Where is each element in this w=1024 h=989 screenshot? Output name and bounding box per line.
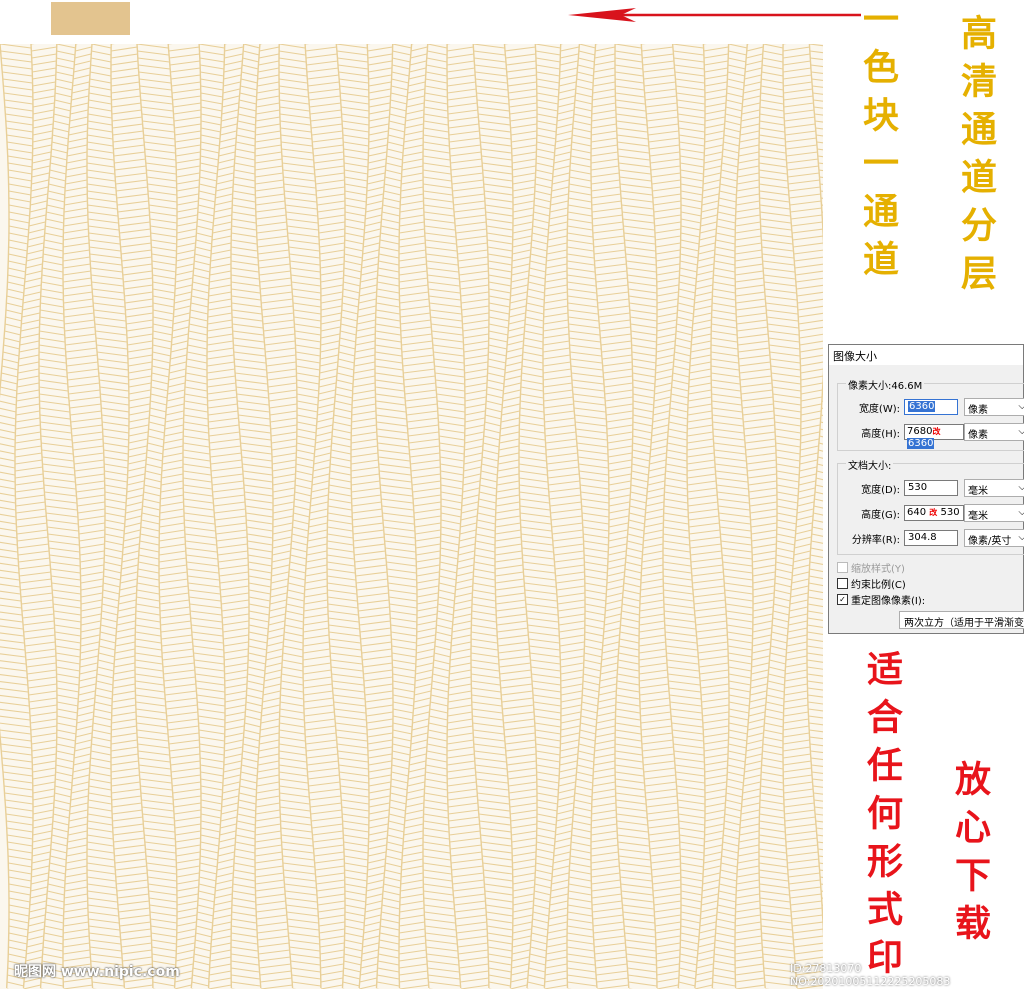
resample-label: 重定图像像素(I): xyxy=(851,596,926,607)
constrain-label: 约束比例(C) xyxy=(851,580,906,591)
safe-download-text: 放心下载 xyxy=(949,760,991,952)
site-watermark: 昵图网 www.nipic.com xyxy=(14,964,180,980)
pattern-hatch-lines xyxy=(0,44,823,989)
document-size-group: 文档大小: 宽度(D): 530 毫米 ⌵ 高度(G): 640 改 530 毫米… xyxy=(837,457,1024,555)
doc-change-mark: 改 xyxy=(929,508,938,517)
width-label: 宽度(W): xyxy=(858,403,900,415)
chevron-down-icon: ⌵ xyxy=(1018,482,1024,493)
pattern-wave-lines xyxy=(0,44,823,989)
pixel-dimensions-group: 像素大小:46.6M 宽度(W): 6360 像素 ⌵ 高度(H): 7680改 6… xyxy=(837,377,1024,451)
resample-checkbox[interactable]: ✓ 重定图像像素(I): xyxy=(837,592,925,607)
pixel-width-input[interactable]: 6360 xyxy=(904,399,958,415)
doc-height-old-value: 640 xyxy=(907,507,927,518)
checkbox-empty-icon xyxy=(837,562,848,573)
doc-width-unit-select[interactable]: 毫米 ⌵ xyxy=(964,479,1024,497)
pixel-width-unit: 像素 xyxy=(968,405,988,416)
scale-styles-checkbox[interactable]: 缩放样式(Y) xyxy=(837,560,905,575)
chevron-down-icon: ⌵ xyxy=(1018,507,1024,518)
resample-method-select[interactable]: 两次立方（适用于平滑渐变 xyxy=(899,611,1024,629)
doc-height-row: 高度(G): 640 改 530 毫米 ⌵ xyxy=(842,504,1024,522)
pixel-dimensions-label: 像素大小:46.6M xyxy=(846,377,925,392)
resolution-label: 分辨率(R): xyxy=(851,534,900,546)
pixel-height-unit: 像素 xyxy=(968,430,988,441)
doc-width-label: 宽度(D): xyxy=(861,484,900,496)
chevron-down-icon: ⌵ xyxy=(1018,426,1024,437)
doc-width-row: 宽度(D): 530 毫米 ⌵ xyxy=(842,479,1024,497)
hd-channel-layers-text: 高清通道分层 xyxy=(955,14,997,302)
chevron-down-icon: ⌵ xyxy=(1018,532,1024,543)
doc-width-input[interactable]: 530 xyxy=(904,480,958,496)
resolution-input[interactable]: 304.8 xyxy=(904,530,958,546)
chevron-down-icon: ⌵ xyxy=(1018,401,1024,412)
resolution-row: 分辨率(R): 304.8 像素/英寸 ⌵ xyxy=(842,529,1024,547)
document-size-label: 文档大小: xyxy=(846,457,894,472)
pixel-height-input[interactable]: 7680改 6360 xyxy=(904,424,964,449)
resolution-unit: 像素/英寸 xyxy=(968,536,1012,547)
pixel-width-unit-select[interactable]: 像素 ⌵ xyxy=(964,398,1024,416)
checkbox-empty-icon xyxy=(837,578,848,589)
pixel-height-unit-select[interactable]: 像素 ⌵ xyxy=(964,423,1024,441)
doc-height-unit-select[interactable]: 毫米 ⌵ xyxy=(964,504,1024,522)
dialog-title: 图像大小 xyxy=(829,345,1023,365)
doc-height-unit: 毫米 xyxy=(968,511,988,522)
pixel-width-value: 6360 xyxy=(908,401,936,412)
red-arrow-icon xyxy=(568,8,861,22)
image-size-dialog: 图像大小 像素大小:46.6M 宽度(W): 6360 像素 ⌵ 高度(H): 7… xyxy=(828,344,1024,634)
doc-height-value: 530 xyxy=(940,507,960,518)
one-color-channel-text: 一色块一通道 xyxy=(857,0,899,288)
pixel-height-row: 高度(H): 7680改 6360 像素 ⌵ xyxy=(842,423,1024,449)
doc-width-unit: 毫米 xyxy=(968,486,988,497)
herringbone-pattern xyxy=(0,44,823,989)
id-watermark: ID:27813070 NO:20201005112225205083 xyxy=(790,962,951,988)
doc-height-label: 高度(G): xyxy=(861,509,900,521)
height-label: 高度(H): xyxy=(861,428,900,440)
color-swatch xyxy=(51,2,130,35)
constrain-proportions-checkbox[interactable]: 约束比例(C) xyxy=(837,576,906,591)
suitable-print-text: 适合任何形式印 xyxy=(861,650,903,986)
pixel-width-row: 宽度(W): 6360 像素 ⌵ xyxy=(842,398,1024,416)
pixel-height-old-value: 7680 xyxy=(907,426,933,437)
checkmark-icon: ✓ xyxy=(837,594,848,605)
resolution-unit-select[interactable]: 像素/英寸 ⌵ xyxy=(964,529,1024,547)
doc-height-input[interactable]: 640 改 530 xyxy=(904,505,964,521)
change-mark: 改 xyxy=(932,427,941,436)
scale-styles-label: 缩放样式(Y) xyxy=(851,564,905,575)
pixel-height-value: 6360 xyxy=(907,438,935,449)
